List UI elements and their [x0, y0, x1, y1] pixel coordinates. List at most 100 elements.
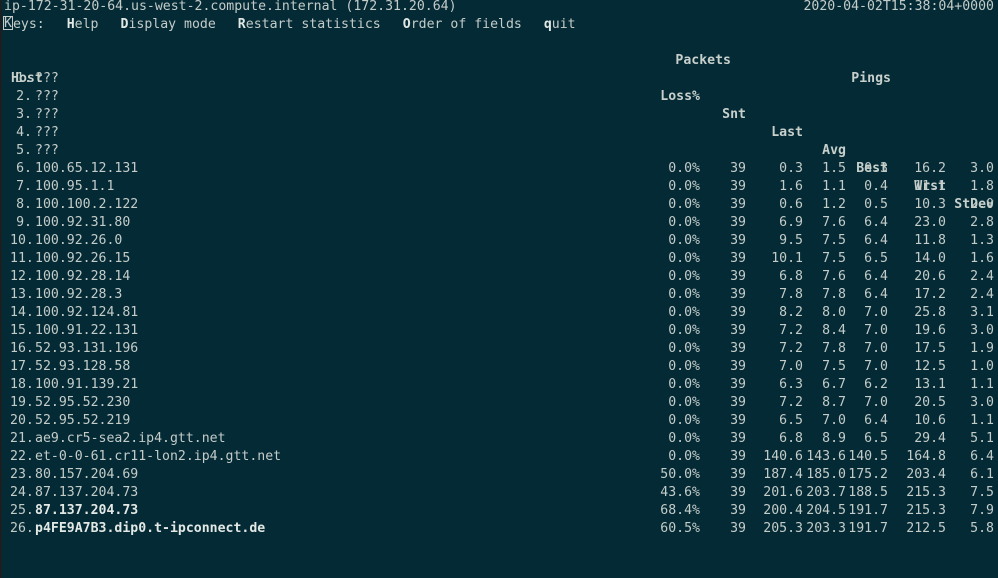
hop-host: ??? — [35, 143, 59, 158]
hop-best: 0.5 — [864, 197, 888, 212]
hop-host: 52.93.128.58 — [35, 359, 131, 374]
hop-stdev: 6.4 — [970, 449, 994, 464]
key-display-mode[interactable]: Display mode — [121, 17, 216, 32]
hop-best: 6.5 — [864, 251, 888, 266]
hop-row: 17. 52.93.128.58 0.0% 39 7.0 7.5 7.0 12.5 1.0 — [0, 358, 998, 376]
hop-row: 1.??? — [0, 70, 998, 88]
hop-number: 5. — [16, 143, 32, 158]
hop-wrst: 29.4 — [914, 431, 946, 446]
hop-last: 8.2 — [779, 305, 803, 320]
hop-last: 200.4 — [763, 503, 803, 518]
hop-avg: 1.2 — [822, 197, 846, 212]
hop-row: 24. 87.137.204.73 43.6% 39 201.6 203.7 188.5 21… — [0, 484, 998, 502]
hop-loss: 0.0% — [668, 341, 700, 356]
hop-avg: 204.5 — [806, 503, 846, 518]
hop-number: 9. — [16, 215, 32, 230]
hop-wrst: 215.3 — [906, 485, 946, 500]
hop-loss: 0.0% — [668, 305, 700, 320]
hop-stdev: 3.1 — [970, 305, 994, 320]
hop-last: 10.1 — [771, 251, 803, 266]
key-quit[interactable]: quit — [544, 17, 576, 32]
hop-number: 1. — [16, 71, 32, 86]
key-restart-statistics[interactable]: Restart statistics — [238, 17, 381, 32]
hop-row: 20. 52.95.52.219 0.0% 39 6.5 7.0 6.4 10.6 1.1 — [0, 412, 998, 430]
hop-best: 191.7 — [848, 521, 888, 536]
hop-snt: 39 — [730, 467, 746, 482]
hop-host: 100.95.1.1 — [35, 179, 115, 194]
hop-last: 201.6 — [763, 485, 803, 500]
hop-best: 0.3 — [864, 161, 888, 176]
hop-loss: 0.0% — [668, 269, 700, 284]
hop-loss: 0.0% — [668, 377, 700, 392]
hop-avg: 1.1 — [822, 179, 846, 194]
timestamp: 2020-04-02T15:38:04+0000 — [803, 0, 994, 14]
hop-loss: 68.4% — [660, 503, 700, 518]
hop-best: 6.2 — [864, 377, 888, 392]
hop-last: 7.2 — [779, 341, 803, 356]
hop-best: 7.0 — [864, 359, 888, 374]
hop-wrst: 215.3 — [906, 503, 946, 518]
hop-loss: 0.0% — [668, 287, 700, 302]
hop-snt: 39 — [730, 287, 746, 302]
hop-row: 16. 52.93.131.196 0.0% 39 7.2 7.8 7.0 17.5 1.9 — [0, 340, 998, 358]
hop-stdev: 1.8 — [970, 179, 994, 194]
hop-best: 0.4 — [864, 179, 888, 194]
column-header: Host Loss% Snt Last Avg Best Wrst StDev — [0, 52, 998, 212]
hop-row: 10. 100.92.26.0 0.0% 39 9.5 7.5 6.4 11.8 1.3 — [0, 232, 998, 250]
hop-host: ae9.cr5-sea2.ip4.gtt.net — [35, 431, 226, 446]
hop-number: 21. — [10, 431, 34, 446]
hop-row: 7. 100.95.1.1 0.0% 39 1.6 1.1 0.4 11.1 1.8 — [0, 178, 998, 196]
hop-best: 6.5 — [864, 431, 888, 446]
hop-stdev: 5.1 — [970, 431, 994, 446]
keys-label: eys: — [12, 17, 45, 32]
hop-wrst: 212.5 — [906, 521, 946, 536]
hop-host: 87.137.204.73 — [35, 485, 139, 500]
hop-stdev: 7.9 — [970, 503, 994, 518]
hop-loss: 0.0% — [668, 431, 700, 446]
hop-avg: 203.3 — [806, 521, 846, 536]
hop-snt: 39 — [730, 449, 746, 464]
hop-avg: 7.8 — [822, 341, 846, 356]
hop-wrst: 17.2 — [914, 287, 946, 302]
hop-host: ??? — [35, 107, 59, 122]
hop-number: 15. — [10, 323, 34, 338]
hop-loss: 0.0% — [668, 413, 700, 428]
hop-number: 14. — [10, 305, 34, 320]
hop-number: 6. — [16, 161, 32, 176]
hop-loss: 0.0% — [668, 215, 700, 230]
hop-last: 6.5 — [779, 413, 803, 428]
hop-wrst: 203.4 — [906, 467, 946, 482]
hop-avg: 6.7 — [822, 377, 846, 392]
hop-number: 20. — [10, 413, 34, 428]
hop-host: 100.100.2.122 — [35, 197, 139, 212]
hop-stdev: 5.8 — [970, 521, 994, 536]
hop-host: 100.65.12.131 — [35, 161, 139, 176]
hop-wrst: 17.5 — [914, 341, 946, 356]
hop-host: 100.91.139.21 — [35, 377, 139, 392]
key-help[interactable]: Help — [67, 17, 99, 32]
key-order-of-fields[interactable]: Order of fields — [403, 17, 522, 32]
hop-stdev: 2.4 — [970, 287, 994, 302]
hop-stdev: 1.1 — [970, 377, 994, 392]
hop-host: 52.93.131.196 — [35, 341, 139, 356]
hop-host: ??? — [35, 89, 59, 104]
hop-host: 100.92.26.0 — [35, 233, 123, 248]
hop-number: 8. — [16, 197, 32, 212]
hop-number: 19. — [10, 395, 34, 410]
hop-host: 100.92.124.81 — [35, 305, 139, 320]
hop-host: 52.95.52.219 — [35, 413, 131, 428]
hop-last: 7.8 — [779, 287, 803, 302]
hop-stdev: 3.0 — [970, 395, 994, 410]
hop-row: 15. 100.91.22.131 0.0% 39 7.2 8.4 7.0 19.6 3.0 — [0, 322, 998, 340]
hop-snt: 39 — [730, 197, 746, 212]
hop-wrst: 12.5 — [914, 359, 946, 374]
hop-avg: 185.0 — [806, 467, 846, 482]
column-group-header: Packets Pings — [0, 34, 998, 86]
hop-row: 11. 100.92.26.15 0.0% 39 10.1 7.5 6.5 14.0 1.6 — [0, 250, 998, 268]
hop-number: 7. — [16, 179, 32, 194]
hop-last: 7.2 — [779, 323, 803, 338]
hop-best: 175.2 — [848, 467, 888, 482]
hop-host: 100.91.22.131 — [35, 323, 139, 338]
hop-host: 80.157.204.69 — [35, 467, 139, 482]
hop-wrst: 14.0 — [914, 251, 946, 266]
